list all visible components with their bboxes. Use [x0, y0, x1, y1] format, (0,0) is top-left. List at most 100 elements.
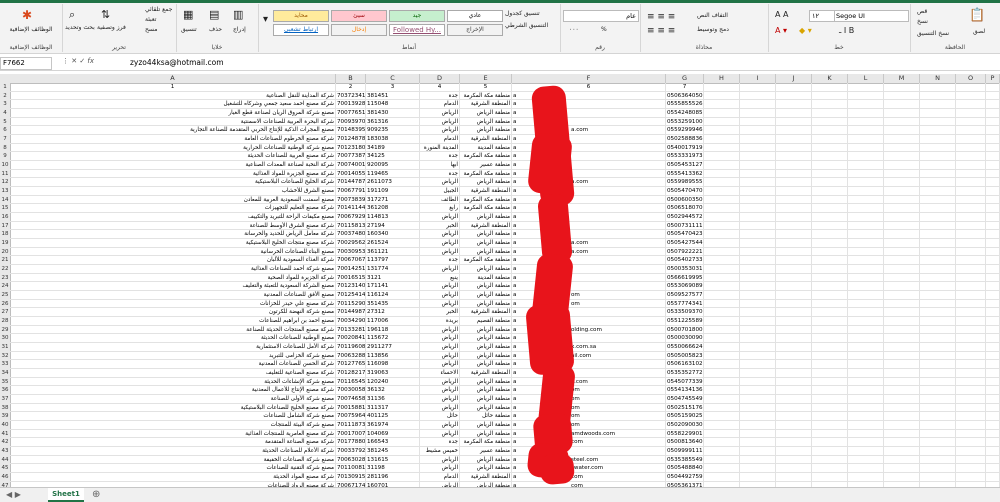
cell-p[interactable] [986, 221, 1000, 231]
cell-k[interactable] [812, 317, 848, 326]
cell-g[interactable]: 0553331973 [666, 152, 704, 162]
cell-p[interactable] [986, 282, 1000, 292]
cell-e[interactable]: منطقة المدينة [460, 143, 512, 153]
cell-a[interactable]: مصنع شركة التقنية للصناعات [10, 464, 336, 474]
cell-e[interactable]: منطقة الرياض [460, 386, 512, 396]
cell-j[interactable] [776, 152, 812, 162]
cell-i[interactable] [740, 135, 776, 144]
cell-p[interactable] [986, 360, 1000, 370]
cell-d[interactable]: الرياض [420, 334, 460, 344]
cell-e[interactable]: منطقة الرياض [460, 213, 512, 222]
cell-a[interactable]: شركة مصنع العربية للصناعات الحديثة [10, 152, 336, 162]
cell-b[interactable]: 7012541476 [336, 291, 366, 300]
cell-i[interactable] [740, 412, 776, 422]
cell-o[interactable] [956, 100, 986, 109]
cell-h[interactable] [704, 195, 740, 205]
format-button[interactable]: تنسيق [181, 26, 197, 33]
cell-j[interactable] [776, 464, 812, 474]
cell-j[interactable] [776, 369, 812, 378]
cell-b[interactable]: 7006779107 [336, 187, 366, 196]
cell-h[interactable] [704, 412, 740, 422]
cell-d[interactable]: الخبر [420, 308, 460, 318]
cell-k[interactable] [812, 386, 848, 396]
cell-o[interactable] [956, 473, 986, 482]
cell-j[interactable] [776, 334, 812, 344]
cell-o[interactable] [956, 256, 986, 266]
cell-e[interactable]: منطقة الرياض [460, 109, 512, 118]
cell-c[interactable]: 117006 [366, 317, 420, 326]
cell-b[interactable]: 7003429052 [336, 317, 366, 326]
cell-g[interactable]: 0555413362 [666, 169, 704, 179]
cell-j[interactable] [776, 455, 812, 465]
cell-h[interactable] [704, 291, 740, 300]
cell-d[interactable]: الرياض [420, 351, 460, 361]
cell-d[interactable]: الرياض [420, 117, 460, 127]
cell-l[interactable] [848, 221, 884, 231]
cell-o[interactable] [956, 187, 986, 196]
cell-c[interactable]: 361316 [366, 117, 420, 127]
sort-button[interactable]: فرز وتصفية [97, 24, 126, 31]
valign-icons[interactable]: ≡ ≡ ≡ [647, 26, 675, 36]
cell-p[interactable] [986, 143, 1000, 153]
cell-o[interactable] [956, 429, 986, 439]
cell-k[interactable] [812, 91, 848, 101]
cell-a[interactable]: شركة مصنع الشرق الأوسط للصناعة [10, 221, 336, 231]
cell-n[interactable] [920, 126, 956, 135]
cell-e[interactable]: منطقة الرياض [460, 455, 512, 465]
cell-j[interactable] [776, 143, 812, 153]
cell-l[interactable] [848, 429, 884, 439]
cell-i[interactable] [740, 187, 776, 196]
cell-n[interactable] [920, 377, 956, 387]
cell-l[interactable] [848, 447, 884, 456]
cell-k[interactable] [812, 325, 848, 335]
cell-d[interactable]: الدمام [420, 135, 460, 144]
cell-h[interactable] [704, 325, 740, 335]
cell-i[interactable] [740, 334, 776, 344]
cell-k[interactable] [812, 100, 848, 109]
cell-g[interactable]: 0505488840 [666, 464, 704, 474]
cell-f[interactable]: a [512, 256, 666, 266]
cell-l[interactable] [848, 308, 884, 318]
cell-c[interactable]: 401125 [366, 412, 420, 422]
cell-i[interactable] [740, 100, 776, 109]
cell-k[interactable] [812, 421, 848, 430]
cell-b[interactable]: 7014498737 [336, 308, 366, 318]
cell-c[interactable]: 115048 [366, 100, 420, 109]
cell-a[interactable]: مصنع مكيفات الراحة للتبريد والتكييف [10, 213, 336, 222]
cell-o[interactable] [956, 178, 986, 188]
cell-c[interactable]: 311317 [366, 403, 420, 413]
cell-c[interactable]: 351435 [366, 299, 420, 309]
cell-i[interactable] [740, 447, 776, 456]
cell-j[interactable] [776, 473, 812, 482]
cell-k[interactable] [812, 83, 848, 92]
cell-b[interactable]: 7007400174 [336, 161, 366, 170]
cell-j[interactable] [776, 291, 812, 300]
cell-n[interactable] [920, 447, 956, 456]
cell-a[interactable]: شركة مصنع الجزيرة للمواد الغذائية [10, 169, 336, 179]
cell-p[interactable] [986, 395, 1000, 404]
cell-e[interactable]: منطقة مكة المكرمة [460, 204, 512, 214]
cell-o[interactable] [956, 230, 986, 240]
cell-k[interactable] [812, 126, 848, 135]
cell-k[interactable] [812, 360, 848, 370]
cell-h[interactable] [704, 117, 740, 127]
cell-i[interactable] [740, 265, 776, 274]
cell-b[interactable]: 7002084155 [336, 334, 366, 344]
cell-n[interactable] [920, 343, 956, 352]
cell-e[interactable]: المنطقة الشرقية [460, 369, 512, 378]
cell-j[interactable] [776, 135, 812, 144]
cell-j[interactable] [776, 395, 812, 404]
cell-p[interactable] [986, 299, 1000, 309]
cell-h[interactable] [704, 334, 740, 344]
cell-l[interactable] [848, 117, 884, 127]
cell-i[interactable] [740, 117, 776, 127]
cell-d[interactable]: الرياض [420, 455, 460, 465]
font-color-icon[interactable]: A ▾ [775, 26, 787, 35]
cell-h[interactable] [704, 230, 740, 240]
cell-g[interactable]: 0550066624 [666, 343, 704, 352]
fill-button[interactable]: تعبئة [145, 16, 156, 23]
cell-i[interactable] [740, 455, 776, 465]
cell-k[interactable] [812, 343, 848, 352]
cell-n[interactable] [920, 161, 956, 170]
cell-i[interactable] [740, 395, 776, 404]
